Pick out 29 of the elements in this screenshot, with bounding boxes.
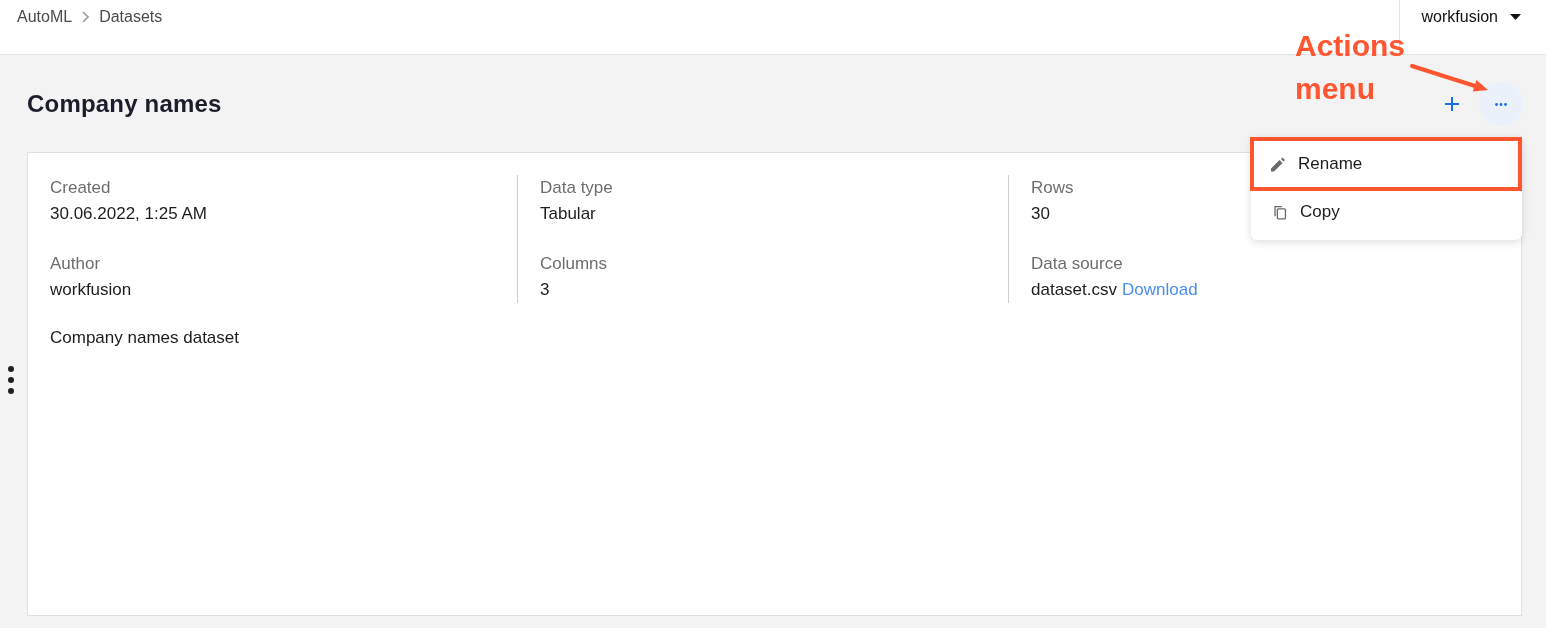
caret-icon — [1510, 14, 1521, 20]
breadcrumb-current: Datasets — [99, 7, 163, 27]
field-label: Rows — [1031, 177, 1074, 199]
menu-item[interactable]: Rename — [1250, 137, 1522, 191]
pencil-icon — [1271, 156, 1285, 172]
more-icon — [1495, 102, 1507, 106]
dataset-description: Company names dataset — [50, 327, 239, 349]
more-button[interactable] — [1479, 82, 1523, 126]
user-menu-button[interactable]: workfusion — [1399, 0, 1546, 28]
field-value: 3 — [540, 279, 550, 301]
plus-icon — [1445, 97, 1459, 111]
field-value: 30.06.2022, 1:25 AM — [50, 203, 207, 225]
field-label: Data source — [1031, 253, 1123, 275]
copy-icon — [1273, 204, 1287, 220]
field-label: Created — [50, 177, 111, 199]
field-label: Data type — [540, 177, 613, 199]
field-value: Tabular — [540, 203, 596, 225]
field-value: workfusion — [50, 279, 132, 301]
drawer-handle[interactable] — [8, 366, 14, 394]
kebab-icon — [8, 366, 14, 394]
field-label: Author — [50, 253, 101, 275]
page-title: Company names — [27, 90, 222, 118]
breadcrumb-link[interactable]: AutoML — [17, 6, 73, 28]
annotation-label: Actions menu — [1295, 28, 1406, 107]
chevron-icon — [82, 11, 90, 23]
field-label: Columns — [540, 253, 608, 275]
field-value: 30 — [1031, 203, 1050, 225]
field-value: dataset.csv — [1031, 279, 1117, 301]
menu-item[interactable]: Copy — [1251, 191, 1522, 233]
